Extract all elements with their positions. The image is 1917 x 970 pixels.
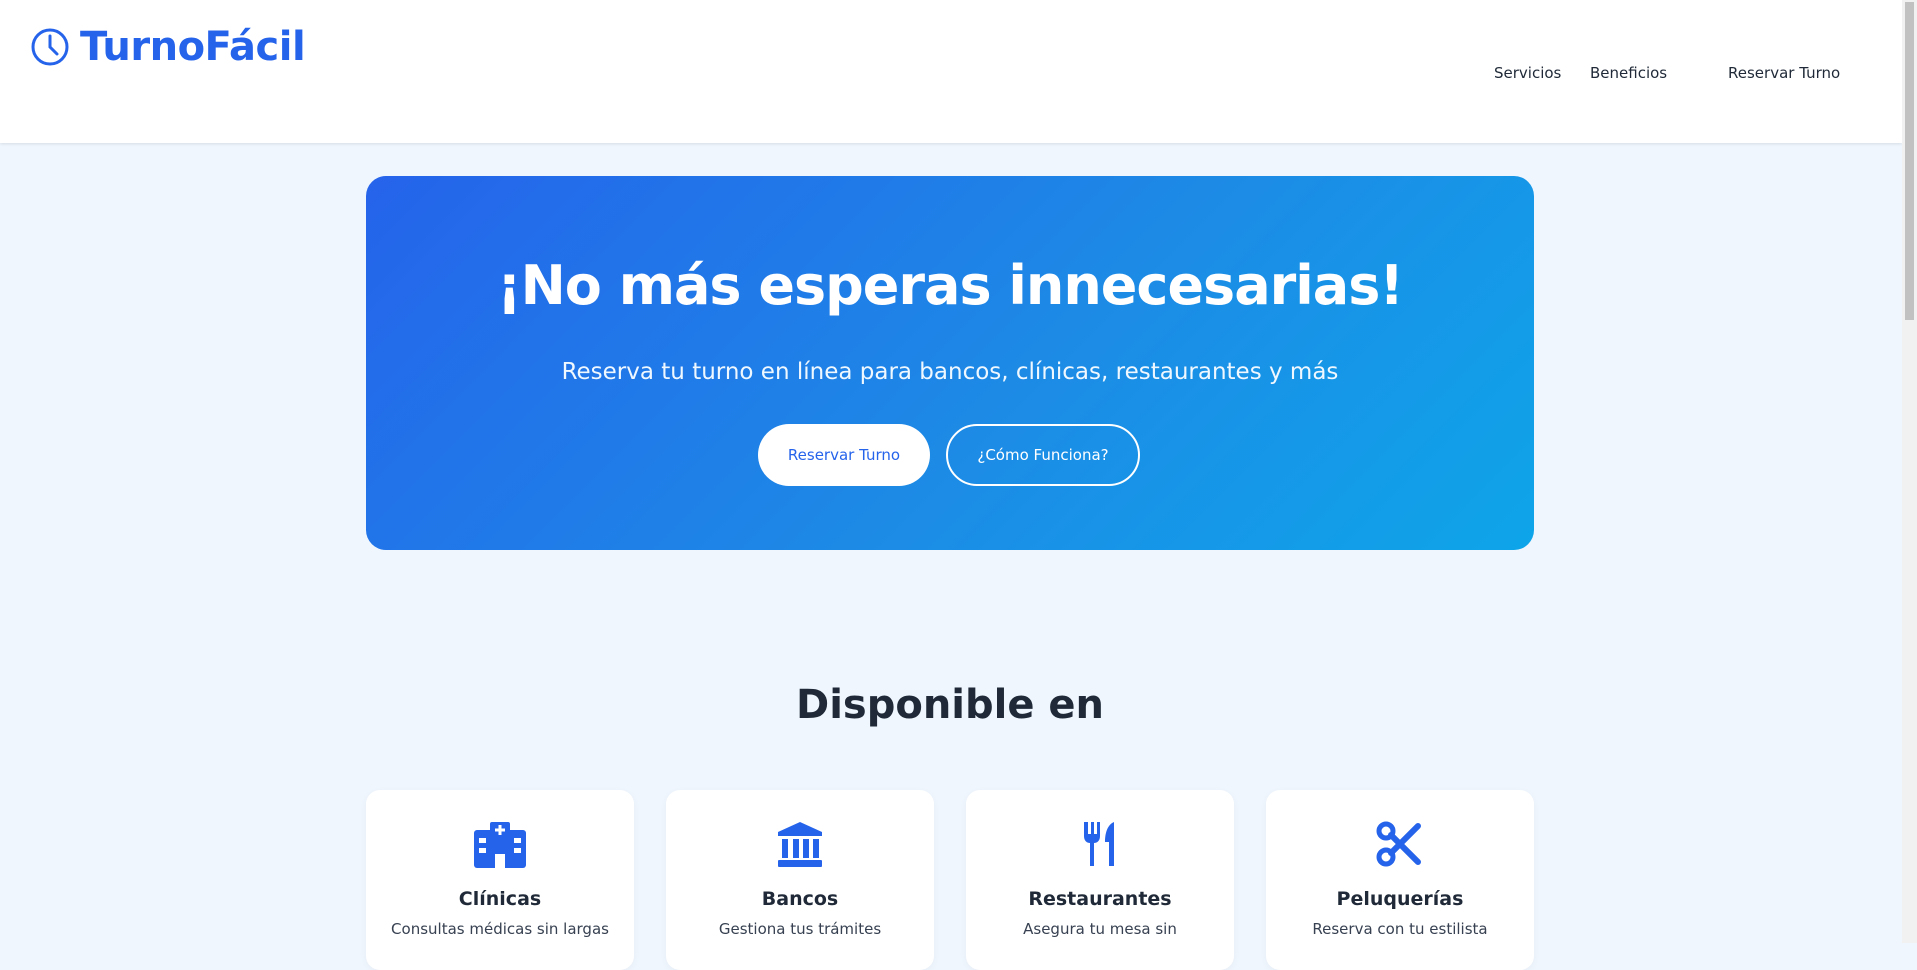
nav-link-servicios[interactable]: Servicios (1494, 62, 1561, 84)
como-funciona-button[interactable]: ¿Cómo Funciona? (946, 424, 1140, 486)
clock-icon (31, 28, 69, 66)
hero-banner: ¡No más esperas innecesarias! Reserva tu… (366, 176, 1534, 550)
bank-icon (778, 822, 822, 867)
service-card-title: Peluquerías (1336, 888, 1464, 910)
utensils-icon (1084, 822, 1114, 866)
service-card-title: Clínicas (458, 888, 542, 910)
service-card-clinicas[interactable]: Clínicas Consultas médicas sin largas (366, 790, 634, 970)
hero-subtitle: Reserva tu turno en línea para bancos, c… (561, 359, 1339, 385)
service-card-title: Bancos (761, 888, 839, 910)
services-section-title: Disponible en (795, 682, 1105, 728)
service-card-desc: Gestiona tus trámites (718, 920, 882, 938)
scrollbar-thumb[interactable] (1905, 2, 1914, 320)
site-header: TurnoFácil Servicios Beneficios Reservar… (0, 0, 1902, 143)
nav-link-beneficios[interactable]: Beneficios (1590, 62, 1667, 84)
service-card-restaurantes[interactable]: Restaurantes Asegura tu mesa sin (966, 790, 1234, 970)
hero-title: ¡No más esperas innecesarias! (496, 254, 1404, 317)
nav-link-reservar-turno[interactable]: Reservar Turno (1728, 62, 1840, 84)
service-card-desc: Reserva con tu estilista (1312, 920, 1488, 938)
scissors-icon (1376, 821, 1421, 867)
service-card-title: Restaurantes (1028, 888, 1172, 910)
service-card-bancos[interactable]: Bancos Gestiona tus trámites (666, 790, 934, 970)
reservar-turno-button[interactable]: Reservar Turno (758, 424, 930, 486)
service-card-desc: Consultas médicas sin largas (391, 920, 609, 938)
main-nav: Servicios Beneficios Reservar Turno (0, 62, 1902, 84)
hospital-icon (474, 822, 526, 868)
service-card-desc: Asegura tu mesa sin (1023, 920, 1177, 938)
page-scrollbar[interactable] (1902, 0, 1917, 943)
service-card-peluquerias[interactable]: Peluquerías Reserva con tu estilista (1266, 790, 1534, 970)
